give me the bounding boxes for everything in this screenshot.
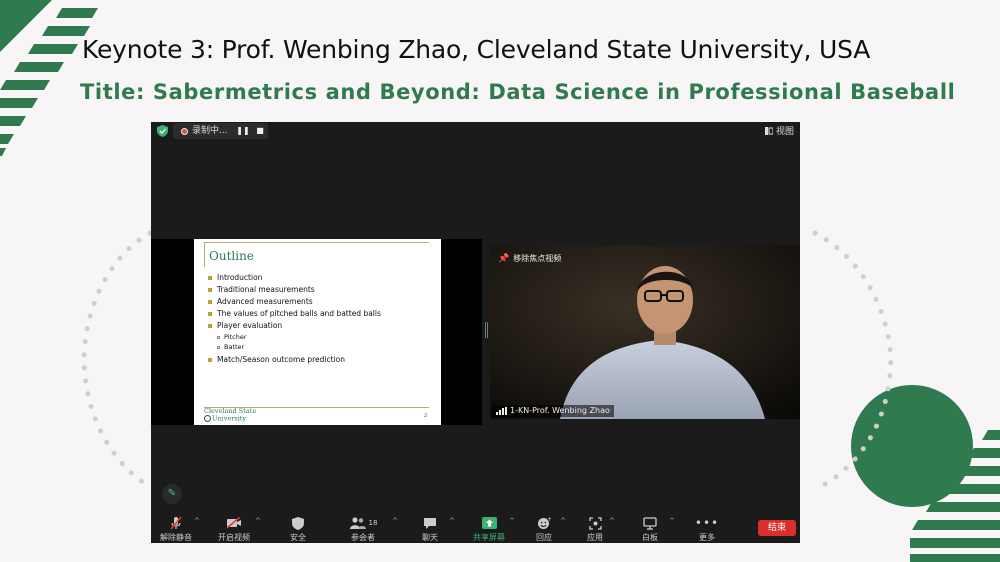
view-button[interactable]: 视图 xyxy=(764,124,794,137)
apps-icon xyxy=(588,516,602,530)
share-screen-arrow-icon xyxy=(481,517,497,529)
unmute-label: 解除静音 xyxy=(160,533,192,542)
encryption-shield-icon[interactable] xyxy=(157,125,168,137)
stop-icon: ■ xyxy=(256,126,264,135)
slide-outline-list: Introduction Traditional measurements Ad… xyxy=(208,272,381,366)
stop-recording-button[interactable]: ■ xyxy=(252,123,268,139)
speaker-video-frame xyxy=(490,245,800,419)
share-screen-label: 共享屏幕 xyxy=(473,533,505,542)
whiteboard-label: 白板 xyxy=(642,533,658,542)
talk-title: Title: Sabermetrics and Beyond: Data Sci… xyxy=(80,80,956,104)
pencil-icon: ✎ xyxy=(167,488,177,499)
slide-page-number: 2 xyxy=(424,413,428,419)
slide-bullet: Advanced measurements xyxy=(208,296,381,308)
chat-bubble-icon xyxy=(424,517,436,529)
reactions-options-chevron-icon[interactable]: ^ xyxy=(560,517,566,525)
end-meeting-button[interactable]: 结束 xyxy=(758,520,796,536)
slide-title: Outline xyxy=(209,249,254,263)
whiteboard-button[interactable]: 白板 xyxy=(627,515,673,543)
pause-recording-button[interactable]: ❚❚ xyxy=(235,123,251,139)
view-label: 视图 xyxy=(775,127,794,137)
unmute-button[interactable]: 解除静音 xyxy=(153,515,199,543)
apps-options-chevron-icon[interactable]: ^ xyxy=(609,517,615,525)
share-options-chevron-icon[interactable]: ^ xyxy=(509,517,515,525)
speaker-name: 1-KN-Prof. Wenbing Zhao xyxy=(510,406,610,415)
slide-left-rule xyxy=(204,242,205,267)
more-button[interactable]: ••• 更多 xyxy=(684,515,730,543)
chat-options-chevron-icon[interactable]: ^ xyxy=(449,517,455,525)
emoji-reaction-icon: + xyxy=(538,516,551,529)
whiteboard-options-chevron-icon[interactable]: ^ xyxy=(669,517,675,525)
zoom-top-bar: 录制中... ❚❚ ■ 视图 xyxy=(151,122,800,140)
view-layout-icon xyxy=(764,126,773,135)
chat-label: 聊天 xyxy=(422,533,438,542)
start-video-label: 开启视频 xyxy=(218,533,250,542)
speaker-video[interactable]: 📌 移除焦点视频 1-KN-Prof. Wenbing Zhao xyxy=(490,245,800,419)
remove-spotlight-label: 移除焦点视频 xyxy=(513,254,562,263)
video-off-icon xyxy=(226,517,241,529)
zoom-meeting-window: 录制中... ❚❚ ■ 视图 Outline Introduction Trad… xyxy=(151,122,800,543)
signal-strength-icon xyxy=(496,407,507,415)
security-button[interactable]: 安全 xyxy=(275,515,321,543)
participants-count: 18 xyxy=(368,519,378,527)
slide-bullet: Match/Season outcome prediction xyxy=(208,354,381,366)
video-options-chevron-icon[interactable]: ^ xyxy=(255,517,261,525)
participants-button[interactable]: 18 参会者 xyxy=(340,515,386,543)
recording-dot-icon xyxy=(181,127,188,135)
whiteboard-icon xyxy=(643,516,657,530)
participants-label: 参会者 xyxy=(351,533,375,542)
speaker-name-tag: 1-KN-Prof. Wenbing Zhao xyxy=(492,405,614,417)
participants-icon xyxy=(349,517,366,529)
slide-bullet: Traditional measurements xyxy=(208,284,381,296)
shared-screen-area: Outline Introduction Traditional measure… xyxy=(151,239,482,425)
slide-sub-bullet: Pitcher xyxy=(208,332,381,342)
chat-button[interactable]: 聊天 xyxy=(407,515,453,543)
annotate-button[interactable]: ✎ xyxy=(162,484,182,504)
pin-icon: 📌 xyxy=(498,253,510,264)
university-seal-icon xyxy=(204,415,211,422)
meeting-toolbar: 解除静音 ^ 开启视频 ^ 安全 18 参会者 ^ 聊天 ^ 共享屏幕 ^ + xyxy=(151,513,800,543)
slide-bullet: Player evaluation xyxy=(208,320,381,332)
split-view-drag-handle[interactable] xyxy=(485,322,488,338)
participants-options-chevron-icon[interactable]: ^ xyxy=(392,517,398,525)
pause-icon: ❚❚ xyxy=(236,126,250,135)
university-logo: Cleveland State University xyxy=(204,407,257,423)
apps-label: 应用 xyxy=(587,533,603,542)
muted-microphone-icon xyxy=(170,516,182,530)
keynote-title: Keynote 3: Prof. Wenbing Zhao, Cleveland… xyxy=(82,35,871,64)
slide-top-rule xyxy=(204,242,429,243)
slide-bullet: The values of pitched balls and batted b… xyxy=(208,308,381,320)
slide-sub-bullet: Batter xyxy=(208,342,381,352)
security-label: 安全 xyxy=(290,533,306,542)
slide-bullet: Introduction xyxy=(208,272,381,284)
share-screen-button[interactable]: 共享屏幕 xyxy=(466,515,512,543)
more-label: 更多 xyxy=(699,533,715,542)
more-dots-icon: ••• xyxy=(694,516,720,530)
remove-spotlight-button[interactable]: 📌 移除焦点视频 xyxy=(498,253,561,264)
security-shield-icon xyxy=(292,516,304,530)
audio-options-chevron-icon[interactable]: ^ xyxy=(194,517,200,525)
recording-label: 录制中... xyxy=(192,126,228,136)
start-video-button[interactable]: 开启视频 xyxy=(211,515,257,543)
reactions-label: 回应 xyxy=(536,533,552,542)
presentation-slide: Outline Introduction Traditional measure… xyxy=(194,239,441,425)
svg-text:+: + xyxy=(547,516,551,523)
